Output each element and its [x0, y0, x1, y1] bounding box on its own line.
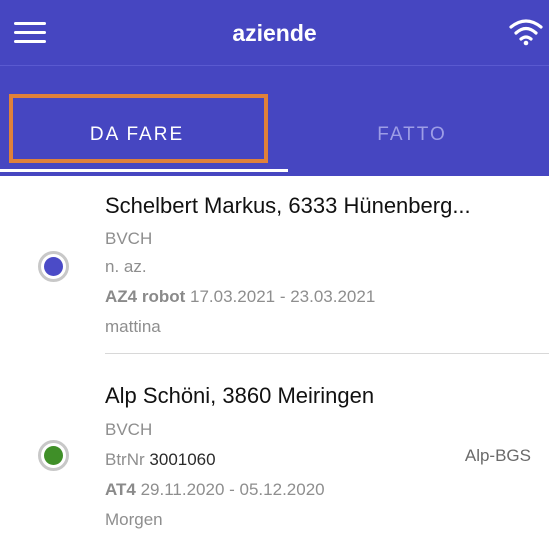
- item-date-range: 17.03.2021 - 23.03.2021: [190, 287, 376, 306]
- item-task-code: AZ4 robot: [105, 287, 186, 306]
- item-name: Schelbert Markus, 6333 Hünenberg...: [105, 193, 471, 218]
- item-id-value: 3001060: [149, 450, 216, 469]
- highlight-annotation-box: [9, 94, 268, 163]
- item-task-line: AZ4 robot 17.03.2021 - 23.03.2021: [105, 287, 375, 307]
- active-tab-indicator: [0, 169, 288, 172]
- app-header: aziende: [0, 0, 549, 66]
- item-org: BVCH: [105, 420, 153, 439]
- item-date-range: 29.11.2020 - 05.12.2020: [140, 480, 325, 499]
- item-id-line: n. az.: [105, 257, 147, 276]
- app: aziende DA FARE FATTO Schelbert Markus, …: [0, 0, 549, 545]
- item-task-code: AT4: [105, 480, 136, 499]
- tab-bar: DA FARE FATTO: [0, 66, 549, 176]
- item-name: Alp Schöni, 3860 Meiringen: [105, 383, 375, 408]
- item-tag: Alp-BGS: [464, 446, 531, 465]
- status-radio[interactable]: [38, 251, 69, 282]
- tab-fatto[interactable]: FATTO: [275, 66, 549, 176]
- item-task-line: AT4 29.11.2020 - 05.12.2020: [105, 480, 325, 500]
- status-dot: [44, 446, 63, 465]
- item-slot: Morgen: [105, 510, 163, 529]
- status-radio[interactable]: [38, 440, 69, 471]
- list-item[interactable]: Alp Schöni, 3860 Meiringen BVCH BtrNr 30…: [0, 354, 549, 544]
- wifi-icon: [509, 19, 543, 46]
- item-id-label: BtrNr: [105, 450, 145, 469]
- status-dot: [44, 257, 63, 276]
- item-org: BVCH: [105, 229, 153, 248]
- list-item[interactable]: Schelbert Markus, 6333 Hünenberg... BVCH…: [0, 176, 549, 354]
- item-id-line: BtrNr 3001060: [105, 450, 216, 470]
- item-slot: mattina: [105, 317, 161, 336]
- page-title: aziende: [232, 20, 317, 46]
